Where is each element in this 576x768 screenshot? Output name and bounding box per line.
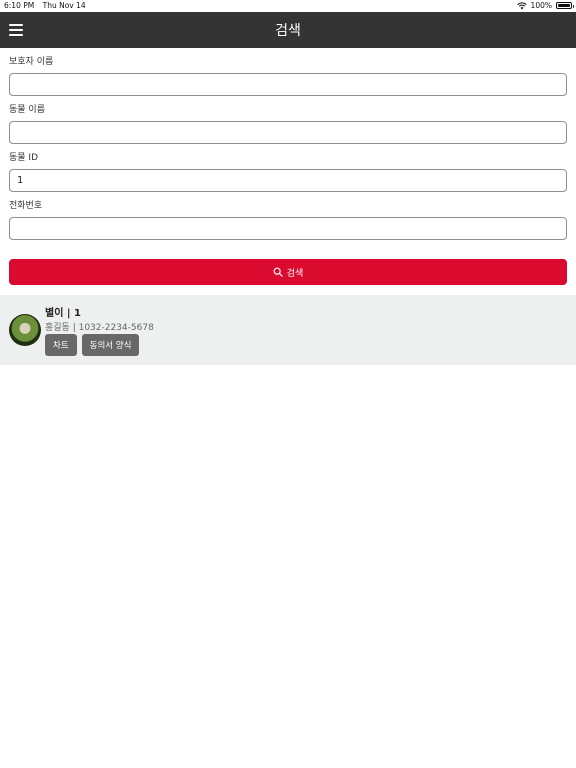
- result-actions: 차트 동의서 양식: [45, 334, 140, 356]
- status-bar: 6:10 PM Thu Nov 14 100%: [0, 0, 576, 12]
- app-header: 검색: [0, 12, 576, 48]
- status-time: 6:10 PM: [4, 1, 35, 10]
- result-title: 별이 | 1: [45, 308, 81, 319]
- search-button-label: 검색: [286, 268, 304, 279]
- animal-name-label: 동물 이름: [9, 105, 45, 115]
- battery-text: 100%: [530, 1, 552, 10]
- phone-input[interactable]: [9, 217, 567, 240]
- search-button[interactable]: 검색: [9, 259, 567, 285]
- result-item[interactable]: 별이 | 1 홍길동 | 1032-2234-5678 차트 동의서 양식: [0, 295, 576, 365]
- page-title: 검색: [275, 23, 301, 39]
- battery-icon: [556, 2, 574, 9]
- phone-label: 전화번호: [9, 201, 43, 211]
- result-owner-phone: 홍길동 | 1032-2234-5678: [45, 323, 154, 333]
- status-date: Thu Nov 14: [42, 1, 86, 10]
- battery-level: [558, 4, 570, 7]
- consent-form-button[interactable]: 동의서 양식: [81, 334, 140, 356]
- pet-avatar: [9, 314, 41, 346]
- guardian-name-label: 보호자 이름: [9, 57, 54, 67]
- search-icon: [273, 267, 283, 277]
- chart-button[interactable]: 차트: [45, 334, 77, 356]
- animal-id-input[interactable]: [9, 169, 567, 192]
- animal-id-label: 동물 ID: [9, 153, 39, 163]
- guardian-name-input[interactable]: [9, 73, 567, 96]
- wifi-icon: [516, 2, 527, 9]
- animal-name-input[interactable]: [9, 121, 567, 144]
- search-form: 보호자 이름 동물 이름 동물 ID 전화번호: [9, 56, 567, 248]
- status-right: 100%: [516, 1, 574, 10]
- status-left: 6:10 PM Thu Nov 14: [4, 1, 92, 10]
